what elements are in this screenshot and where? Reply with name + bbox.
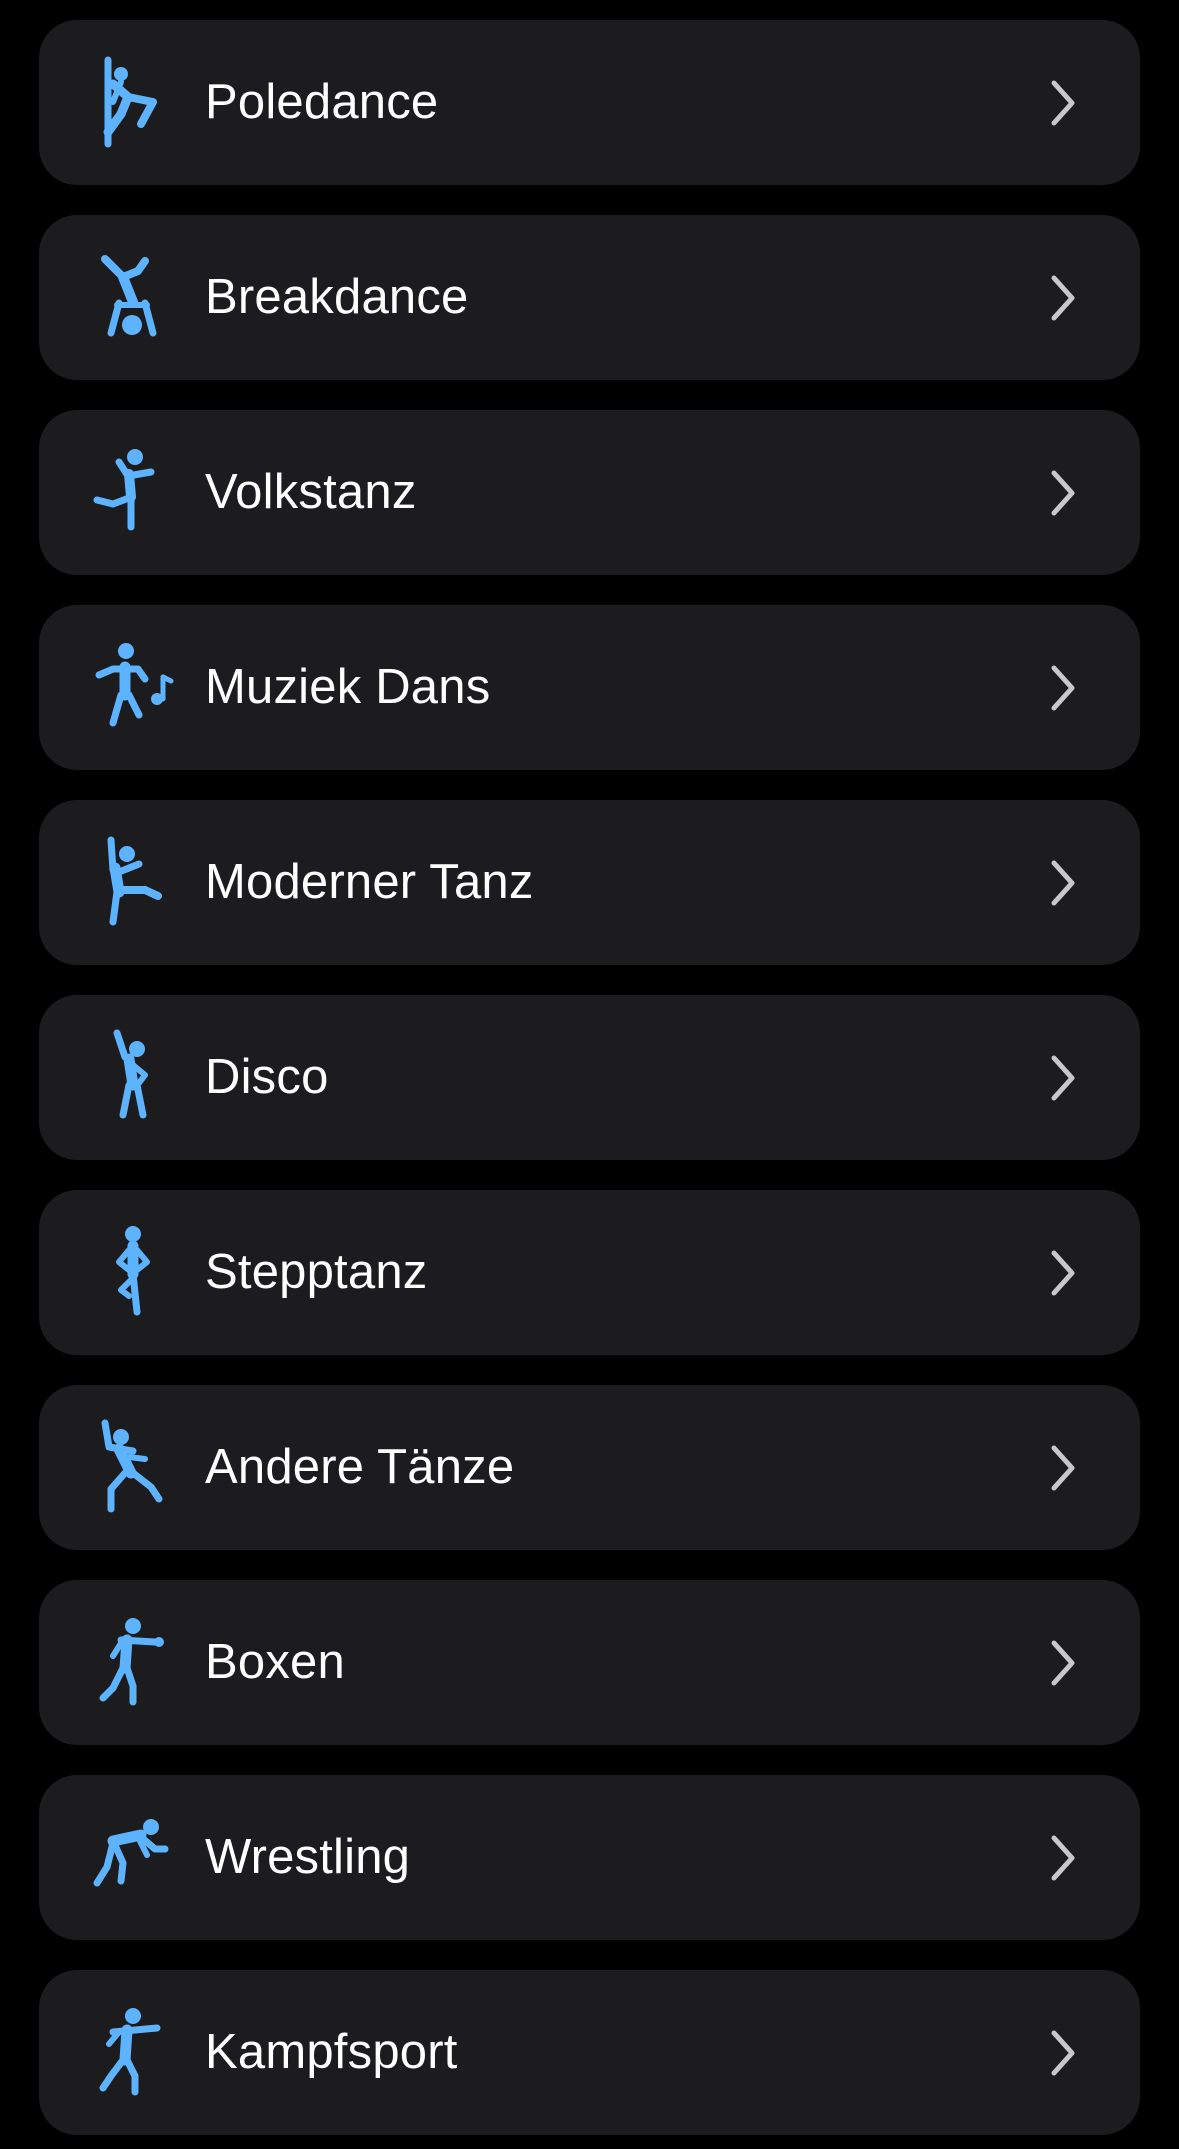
chevron-right-icon [1048, 1833, 1078, 1883]
chevron-right-icon [1048, 1053, 1078, 1103]
activity-list: Poledance Breakdance Volkstanz Muziek Da… [39, 20, 1140, 2135]
disco-icon [83, 1027, 183, 1127]
item-label: Disco [205, 1050, 329, 1104]
list-item-disco[interactable]: Disco [39, 995, 1140, 1160]
chevron-right-icon [1048, 2028, 1078, 2078]
item-label: Boxen [205, 1635, 345, 1689]
modern-dance-icon [83, 832, 183, 932]
folk-dance-icon [83, 442, 183, 542]
list-item-andere-taenze[interactable]: Andere Tänze [39, 1385, 1140, 1550]
music-dance-icon [83, 637, 183, 737]
list-item-muziek-dans[interactable]: Muziek Dans [39, 605, 1140, 770]
item-label: Kampfsport [205, 2025, 458, 2079]
list-item-breakdance[interactable]: Breakdance [39, 215, 1140, 380]
tap-dance-icon [83, 1222, 183, 1322]
item-label: Poledance [205, 75, 439, 129]
item-label: Breakdance [205, 270, 469, 324]
chevron-right-icon [1048, 663, 1078, 713]
list-item-stepptanz[interactable]: Stepptanz [39, 1190, 1140, 1355]
other-dance-icon [83, 1417, 183, 1517]
item-label: Stepptanz [205, 1245, 428, 1299]
pole-dance-icon [83, 52, 183, 152]
chevron-right-icon [1048, 468, 1078, 518]
chevron-right-icon [1048, 858, 1078, 908]
item-label: Moderner Tanz [205, 855, 534, 909]
chevron-right-icon [1048, 1443, 1078, 1493]
item-label: Andere Tänze [205, 1440, 515, 1494]
chevron-right-icon [1048, 1638, 1078, 1688]
chevron-right-icon [1048, 1248, 1078, 1298]
boxing-icon [83, 1612, 183, 1712]
item-label: Wrestling [205, 1830, 411, 1884]
list-item-kampfsport[interactable]: Kampfsport [39, 1970, 1140, 2135]
item-label: Muziek Dans [205, 660, 491, 714]
list-item-poledance[interactable]: Poledance [39, 20, 1140, 185]
chevron-right-icon [1048, 273, 1078, 323]
list-item-moderner-tanz[interactable]: Moderner Tanz [39, 800, 1140, 965]
wrestling-icon [83, 1807, 183, 1907]
list-item-volkstanz[interactable]: Volkstanz [39, 410, 1140, 575]
breakdance-icon [83, 247, 183, 347]
list-item-wrestling[interactable]: Wrestling [39, 1775, 1140, 1940]
item-label: Volkstanz [205, 465, 417, 519]
martial-arts-icon [83, 2002, 183, 2102]
chevron-right-icon [1048, 78, 1078, 128]
list-item-boxen[interactable]: Boxen [39, 1580, 1140, 1745]
